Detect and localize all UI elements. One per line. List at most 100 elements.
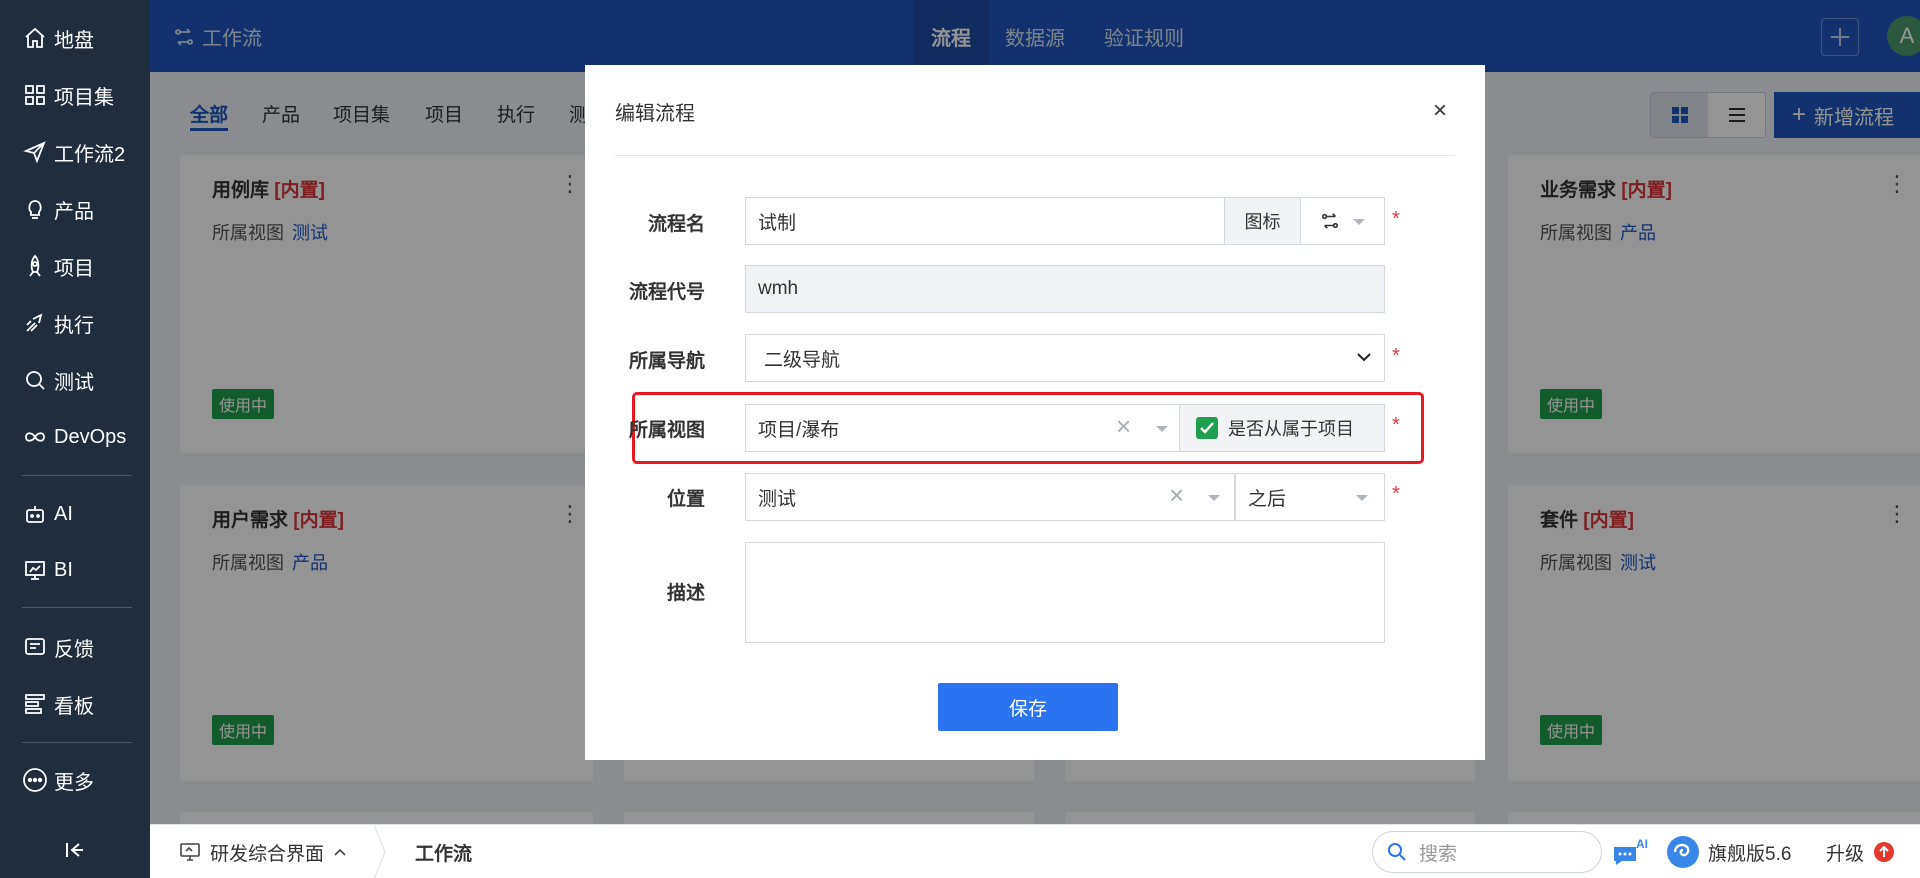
monitor-icon xyxy=(180,843,200,861)
flow-name-input[interactable]: 试制 xyxy=(745,197,1225,245)
clear-icon[interactable]: × xyxy=(1116,411,1131,442)
sidebar-item-devops[interactable]: DevOps xyxy=(0,415,150,459)
order-select[interactable]: 之后 xyxy=(1235,473,1385,521)
edit-flow-dialog: 编辑流程 × 流程名 试制 图标 * 流程代号 wmh 所属导航 二级导航 * … xyxy=(585,65,1485,760)
sidebar-item-workflow[interactable]: 工作流2 xyxy=(0,130,150,174)
paper-plane-icon xyxy=(22,139,48,165)
lightbulb-icon xyxy=(22,196,48,222)
edition-logo-icon xyxy=(1666,835,1700,869)
magnifier-icon xyxy=(22,367,48,393)
arrow-up-icon xyxy=(1874,842,1895,862)
sidebar-divider xyxy=(22,607,132,608)
order-select-value: 之后 xyxy=(1248,488,1287,510)
sidebar-item-label: 测试 xyxy=(54,371,94,394)
sidebar-item-kanban[interactable]: 看板 xyxy=(0,682,150,726)
sidebar-item-more[interactable]: 更多 xyxy=(0,758,150,802)
workspace-label: 研发综合界面 xyxy=(210,843,325,865)
sidebar-item-program[interactable]: 项目集 xyxy=(0,73,150,117)
icon-addon-label: 图标 xyxy=(1224,197,1301,245)
chevron-down-icon xyxy=(1208,495,1220,501)
home-icon xyxy=(22,25,48,51)
run-icon xyxy=(22,310,48,336)
search-input[interactable]: 搜索 xyxy=(1372,831,1602,873)
sidebar-item-label: AI xyxy=(54,502,73,525)
chart-board-icon xyxy=(22,557,48,583)
sidebar-item-label: 项目 xyxy=(54,257,94,280)
sidebar-item-label: 反馈 xyxy=(54,638,94,661)
search-icon xyxy=(1387,842,1407,862)
ai-badge: AI xyxy=(1636,837,1648,851)
description-textarea[interactable] xyxy=(745,542,1385,643)
chevron-down-icon xyxy=(1353,219,1365,225)
sidebar-item-label: 更多 xyxy=(54,771,94,794)
sidebar-divider xyxy=(22,742,132,743)
bottom-bar: 研发综合界面 工作流 搜索 AI 旗舰版5.6 升级 xyxy=(150,824,1920,878)
position-select[interactable]: 测试 × xyxy=(745,473,1235,521)
sidebar-item-label: BI xyxy=(54,558,73,581)
chevron-up-icon xyxy=(334,848,346,856)
sidebar-item-label: 看板 xyxy=(54,695,94,718)
sidebar-item-home[interactable]: 地盘 xyxy=(0,16,150,60)
required-mark: * xyxy=(1392,208,1400,230)
sidebar-item-product[interactable]: 产品 xyxy=(0,187,150,231)
sidebar-item-label: 项目集 xyxy=(54,86,114,109)
sidebar-item-label: 工作流2 xyxy=(54,143,126,166)
sidebar-item-feedback[interactable]: 反馈 xyxy=(0,625,150,669)
position-label: 位置 xyxy=(666,489,705,510)
sidebar-item-project[interactable]: 项目 xyxy=(0,244,150,288)
sidebar-item-label: 执行 xyxy=(54,314,94,337)
sidebar: 地盘 项目集 工作流2 产品 项目 执行 测试 DevOps AI BI 反馈 … xyxy=(0,0,150,878)
checkbox-label: 是否从属于项目 xyxy=(1228,419,1354,439)
more-icon xyxy=(22,767,48,793)
chevron-down-icon xyxy=(1356,349,1372,365)
sidebar-item-label: 地盘 xyxy=(54,29,94,52)
sidebar-divider xyxy=(22,475,132,476)
feedback-icon xyxy=(22,634,48,660)
required-mark: * xyxy=(1392,345,1400,367)
save-button[interactable]: 保存 xyxy=(938,683,1118,731)
robot-icon xyxy=(22,501,48,527)
workspace-switcher[interactable]: 研发综合界面 xyxy=(180,825,346,878)
dialog-title: 编辑流程 xyxy=(615,103,695,125)
close-icon[interactable]: × xyxy=(1433,97,1447,125)
flow-code-label: 流程代号 xyxy=(628,282,705,303)
search-placeholder: 搜索 xyxy=(1419,843,1458,865)
sidebar-item-label: DevOps xyxy=(54,425,127,448)
sidebar-item-bi[interactable]: BI xyxy=(0,548,150,592)
collapse-sidebar-icon[interactable] xyxy=(60,838,88,862)
flow-name-label: 流程名 xyxy=(647,214,705,235)
rocket-icon xyxy=(22,253,48,279)
edition-label: 旗舰版5.6 xyxy=(1708,843,1792,865)
sidebar-item-ai[interactable]: AI xyxy=(0,492,150,536)
nav-select-value: 二级导航 xyxy=(764,349,841,371)
edition-info[interactable]: 旗舰版5.6 xyxy=(1666,825,1791,878)
workflow-icon xyxy=(1321,212,1339,230)
upgrade-label: 升级 xyxy=(1826,843,1865,865)
subordinate-project-checkbox[interactable]: 是否从属于项目 xyxy=(1179,404,1385,452)
view-select-value: 项目/瀑布 xyxy=(758,419,840,441)
required-mark: * xyxy=(1392,483,1400,505)
view-select[interactable]: 项目/瀑布 × xyxy=(745,404,1180,452)
kanban-icon xyxy=(22,691,48,717)
infinity-icon xyxy=(22,424,48,450)
nav-select[interactable]: 二级导航 xyxy=(745,334,1385,382)
grid-icon xyxy=(22,82,48,108)
required-mark: * xyxy=(1392,414,1400,436)
chevron-down-icon xyxy=(1156,426,1168,432)
description-label: 描述 xyxy=(666,583,705,604)
sidebar-item-test[interactable]: 测试 xyxy=(0,358,150,402)
dialog-divider xyxy=(615,155,1455,156)
icon-select[interactable] xyxy=(1300,197,1385,245)
sidebar-item-execution[interactable]: 执行 xyxy=(0,301,150,345)
upgrade-link[interactable]: 升级 xyxy=(1826,825,1895,878)
view-label: 所属视图 xyxy=(628,420,705,441)
chevron-down-icon xyxy=(1356,495,1368,501)
sidebar-item-label: 产品 xyxy=(54,200,94,223)
breadcrumb-separator xyxy=(373,825,393,878)
breadcrumb-current: 工作流 xyxy=(415,843,473,865)
checkbox-checked-icon xyxy=(1196,417,1218,439)
flow-code-input[interactable]: wmh xyxy=(745,265,1385,313)
nav-label: 所属导航 xyxy=(628,351,705,372)
ai-chat-icon[interactable]: AI xyxy=(1612,825,1648,878)
clear-icon[interactable]: × xyxy=(1169,480,1184,511)
